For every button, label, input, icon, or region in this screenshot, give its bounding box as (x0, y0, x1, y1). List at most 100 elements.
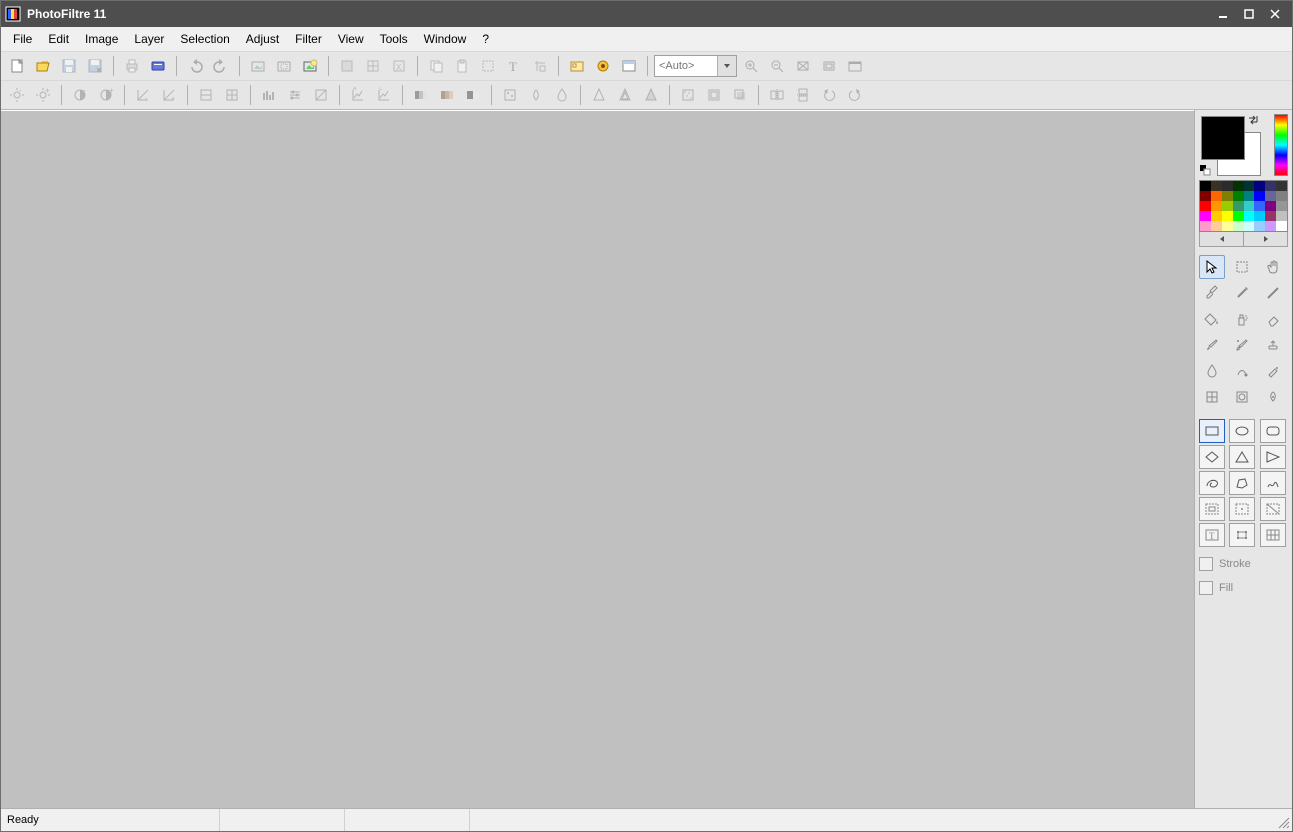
saturation-minus-button[interactable] (194, 83, 218, 107)
option-invert[interactable] (1199, 497, 1225, 521)
palette-prev-button[interactable] (1200, 232, 1244, 246)
blur-tool[interactable] (1199, 359, 1225, 383)
saturation-plus-button[interactable] (220, 83, 244, 107)
selection-tool[interactable] (1199, 255, 1225, 279)
grayscale-button[interactable] (409, 83, 433, 107)
palette-swatch[interactable] (1233, 211, 1244, 221)
blur-button[interactable] (550, 83, 574, 107)
shape-lasso[interactable] (1199, 471, 1225, 495)
palette-swatch[interactable] (1211, 181, 1222, 191)
rotate-left-button[interactable] (817, 83, 841, 107)
menu-edit[interactable]: Edit (40, 27, 77, 51)
palette-swatch[interactable] (1233, 221, 1244, 231)
fill-checkbox-row[interactable]: Fill (1199, 581, 1288, 595)
fill-checkbox[interactable] (1199, 581, 1213, 595)
palette-swatch[interactable] (1254, 181, 1265, 191)
shape-triangle[interactable] (1229, 445, 1255, 469)
menu-tools[interactable]: Tools (372, 27, 416, 51)
option-text[interactable]: T (1199, 523, 1225, 547)
advanced-brush-tool[interactable] (1229, 333, 1255, 357)
plugins-button[interactable] (591, 54, 615, 78)
palette-swatch[interactable] (1254, 221, 1265, 231)
menu-image[interactable]: Image (77, 27, 126, 51)
add-noise-button[interactable] (676, 83, 700, 107)
undo-button[interactable] (183, 54, 207, 78)
palette-swatch[interactable] (1265, 191, 1276, 201)
palette-swatch[interactable] (1265, 181, 1276, 191)
auto-levels-button[interactable]: A (346, 83, 370, 107)
auto-contrast-button[interactable]: C (372, 83, 396, 107)
outline-button[interactable] (702, 83, 726, 107)
foreground-color-swatch[interactable] (1201, 116, 1245, 160)
palette-swatch[interactable] (1222, 211, 1233, 221)
palette-swatch[interactable] (1200, 191, 1211, 201)
palette-swatch[interactable] (1200, 201, 1211, 211)
text-button[interactable]: T (502, 54, 526, 78)
menu-view[interactable]: View (330, 27, 372, 51)
full-screen-button[interactable] (843, 54, 867, 78)
print-button[interactable] (120, 54, 144, 78)
art-brush-tool[interactable] (1229, 385, 1255, 409)
menu-file[interactable]: File (5, 27, 40, 51)
canvas-size-button[interactable] (272, 54, 296, 78)
palette-swatch[interactable] (1276, 181, 1287, 191)
shape-polygon[interactable] (1229, 471, 1255, 495)
menu-selection[interactable]: Selection (172, 27, 237, 51)
image-manager-button[interactable] (565, 54, 589, 78)
shape-freehand[interactable] (1260, 471, 1286, 495)
reinforce-button[interactable] (613, 83, 637, 107)
rgb-mode-button[interactable] (361, 54, 385, 78)
drop-shadow-button[interactable] (728, 83, 752, 107)
color-spectrum[interactable] (1274, 114, 1288, 176)
palette-swatch[interactable] (1200, 221, 1211, 231)
palette-swatch[interactable] (1276, 201, 1287, 211)
default-colors-icon[interactable] (1199, 164, 1211, 176)
palette-swatch[interactable] (1265, 221, 1276, 231)
levels-button[interactable] (283, 83, 307, 107)
transparent-color-button[interactable] (335, 54, 359, 78)
pipette-tool[interactable] (1199, 281, 1225, 305)
paste-button[interactable] (450, 54, 474, 78)
fill-tool[interactable] (1199, 307, 1225, 331)
histogram-button[interactable] (257, 83, 281, 107)
palette-swatch[interactable] (1254, 211, 1265, 221)
palette-swatch[interactable] (1254, 191, 1265, 201)
maximize-button[interactable] (1236, 4, 1262, 24)
spray-tool[interactable] (1229, 307, 1255, 331)
gamma-plus-button[interactable]: + (157, 83, 181, 107)
shape-ellipse[interactable] (1229, 419, 1255, 443)
palette-swatch[interactable] (1233, 181, 1244, 191)
zoom-out-button[interactable] (765, 54, 789, 78)
flip-horizontal-button[interactable] (765, 83, 789, 107)
palette-swatch[interactable] (1244, 181, 1255, 191)
eraser-tool[interactable] (1260, 307, 1286, 331)
palette-swatch[interactable] (1211, 191, 1222, 201)
palette-swatch[interactable] (1211, 211, 1222, 221)
menu-help[interactable]: ? (474, 27, 497, 51)
contrast-plus-button[interactable]: + (94, 83, 118, 107)
hand-tool[interactable] (1260, 255, 1286, 279)
palette-swatch[interactable] (1265, 201, 1276, 211)
negative-button[interactable] (461, 83, 485, 107)
sharpen-button[interactable] (587, 83, 611, 107)
palette-swatch[interactable] (1233, 191, 1244, 201)
palette-swatch[interactable] (1244, 201, 1255, 211)
soften-button[interactable] (524, 83, 548, 107)
minimize-button[interactable] (1210, 4, 1236, 24)
shape-diamond[interactable] (1199, 445, 1225, 469)
stroke-checkbox[interactable] (1199, 557, 1213, 571)
smudge-tool[interactable] (1229, 359, 1255, 383)
line-tool[interactable] (1260, 281, 1286, 305)
shape-rounded-rect[interactable] (1260, 419, 1286, 443)
option-handles[interactable] (1229, 523, 1255, 547)
retouch-tool[interactable] (1260, 359, 1286, 383)
sepia-button[interactable] (435, 83, 459, 107)
clone-tool[interactable] (1260, 333, 1286, 357)
indexed-mode-button[interactable]: X (387, 54, 411, 78)
menu-adjust[interactable]: Adjust (238, 27, 287, 51)
rotate-right-button[interactable] (843, 83, 867, 107)
palette-swatch[interactable] (1233, 201, 1244, 211)
paste-as-new-button[interactable] (298, 54, 322, 78)
save-button[interactable] (57, 54, 81, 78)
shape-right-triangle[interactable] (1260, 445, 1286, 469)
